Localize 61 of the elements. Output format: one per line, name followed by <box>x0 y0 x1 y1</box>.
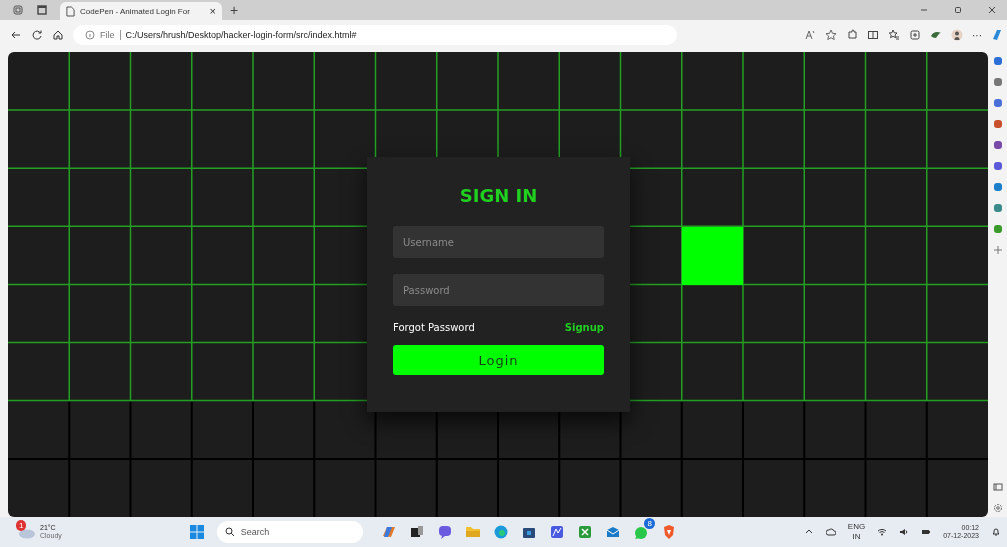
back-icon[interactable] <box>10 29 22 41</box>
notification-badge: 1 <box>16 519 27 531</box>
restore-icon[interactable] <box>953 5 963 15</box>
settings-icon[interactable] <box>992 503 1003 513</box>
avatar-icon[interactable] <box>951 29 963 41</box>
sidebar-app-icon[interactable] <box>992 224 1003 234</box>
star-icon[interactable] <box>825 29 837 41</box>
browser-tab[interactable]: CodePen - Animated Login For × <box>60 2 222 20</box>
chat-icon[interactable] <box>436 524 453 540</box>
lit-square <box>682 227 743 285</box>
tab-actions-icon[interactable] <box>36 4 48 16</box>
language-indicator[interactable]: ENG IN <box>847 522 866 542</box>
sidebar-app-icon[interactable] <box>992 182 1003 192</box>
speaker-icon[interactable] <box>899 527 910 537</box>
cloud-icon[interactable] <box>825 527 836 537</box>
sidebar-app-icon[interactable] <box>992 56 1003 66</box>
page-icon <box>66 5 75 17</box>
xbox-icon[interactable] <box>576 524 593 540</box>
start-icon[interactable] <box>188 524 205 540</box>
sidebar-app-icon[interactable] <box>992 161 1003 171</box>
sidebar-app-icon[interactable] <box>992 77 1003 87</box>
close-icon[interactable] <box>987 5 997 15</box>
login-button[interactable]: Login <box>393 345 604 375</box>
bell-icon[interactable] <box>991 527 1001 537</box>
home-icon[interactable] <box>52 29 64 41</box>
add-icon[interactable] <box>992 245 1003 255</box>
sidebar-app-icon[interactable] <box>992 140 1003 150</box>
sidebar-app-icon[interactable] <box>992 203 1003 213</box>
battery-icon[interactable] <box>921 527 932 537</box>
url-text: C:/Users/hrush/Desktop/hacker-login-form/src/index.html# <box>125 30 357 40</box>
sidebar-toggle-icon[interactable] <box>992 482 1003 492</box>
tab-title: CodePen - Animated Login For <box>80 6 191 16</box>
sidebar-app-icon[interactable] <box>992 98 1003 108</box>
favorites-icon[interactable] <box>888 29 900 41</box>
scheme-label: File <box>100 30 115 40</box>
refresh-icon[interactable] <box>31 29 43 41</box>
split-screen-icon[interactable] <box>867 29 879 41</box>
chat-bubble-icon[interactable] <box>632 524 649 540</box>
new-tab-button[interactable]: + <box>230 2 239 18</box>
more-button[interactable]: ··· <box>972 29 982 41</box>
sign-in-title: SIGN IN <box>459 185 538 206</box>
collections-icon[interactable] <box>909 29 921 41</box>
app-icon[interactable] <box>548 524 565 540</box>
signup-link[interactable]: Signup <box>564 322 604 333</box>
info-icon <box>85 30 95 40</box>
forgot-password-link[interactable]: Forgot Password <box>393 322 475 333</box>
search-placeholder: Search <box>240 527 270 537</box>
address-bar[interactable]: File C:/Users/hrush/Desktop/hacker-login-form/src/index.html# <box>73 25 677 45</box>
input-field[interactable]: Password <box>393 274 604 306</box>
search-field[interactable]: Search <box>216 521 363 543</box>
notification-badge: 8 <box>644 518 655 529</box>
mail-icon[interactable] <box>604 524 621 540</box>
task-view-icon[interactable] <box>408 524 425 540</box>
input-field[interactable]: Username <box>393 226 604 258</box>
close-icon[interactable]: × <box>209 5 216 17</box>
workspaces-icon[interactable] <box>12 4 24 16</box>
sidebar-app-icon[interactable] <box>992 119 1003 129</box>
read-aloud-icon[interactable] <box>804 29 816 41</box>
search-icon <box>224 527 235 537</box>
wifi-icon[interactable] <box>877 527 888 537</box>
browser-icon[interactable] <box>492 524 509 540</box>
